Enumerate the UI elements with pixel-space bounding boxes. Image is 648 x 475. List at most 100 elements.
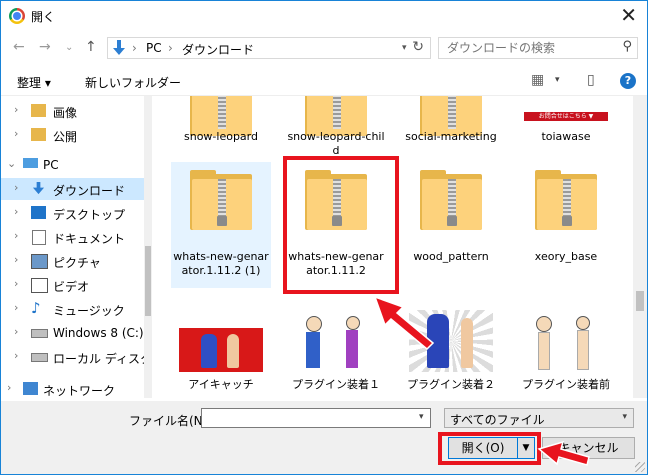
view-dropdown-icon[interactable]: ▾: [555, 75, 560, 85]
download-icon: [32, 182, 45, 195]
file-item[interactable]: whats-new-genarator.1.11.2: [286, 162, 386, 288]
filetype-select[interactable]: すべてのファイル ▾: [444, 408, 634, 428]
chevron-down-icon: ▾: [622, 412, 627, 422]
file-name: プラグイン装着前: [522, 378, 610, 391]
address-bar[interactable]: › PC › ダウンロード ▾ ↻: [107, 37, 431, 59]
sidebar-item-downloads[interactable]: › ダウンロード: [1, 178, 151, 200]
address-dropdown-icon[interactable]: ▾: [402, 43, 407, 53]
refresh-icon[interactable]: ↻: [412, 39, 424, 55]
sidebar-item-label: ピクチャ: [53, 256, 101, 270]
resize-grip[interactable]: [635, 462, 645, 472]
recent-locations-chevron-icon[interactable]: ⌄: [65, 42, 73, 53]
sidebar-item-label: Windows 8 (C:): [53, 326, 144, 340]
back-arrow-icon[interactable]: ←: [13, 39, 25, 55]
folder-icon: [31, 128, 46, 141]
scrollbar-thumb[interactable]: [636, 291, 644, 311]
new-folder-button[interactable]: 新しいフォルダー: [85, 74, 181, 91]
chevron-right-icon[interactable]: ›: [14, 349, 18, 362]
view-options-icon[interactable]: ▦: [531, 72, 544, 88]
chevron-right-icon[interactable]: ›: [7, 381, 11, 394]
breadcrumb-pc[interactable]: PC: [146, 41, 162, 55]
navigation-bar: ← → ⌄ ↑ › PC › ダウンロード ▾ ↻ ⚲: [1, 33, 647, 63]
search-input[interactable]: [445, 40, 609, 56]
file-name: whats-new-genarator.1.11.2: [288, 250, 384, 277]
chevron-right-icon[interactable]: ›: [14, 229, 18, 242]
file-name: プラグイン装着２: [407, 378, 495, 391]
open-button[interactable]: 開く(O): [448, 437, 518, 459]
navigation-scrollbar[interactable]: [144, 96, 152, 398]
music-note-icon: ♪: [31, 299, 41, 317]
file-name: xeory_base: [534, 250, 598, 263]
sidebar-item-music[interactable]: › ♪ ミュージック: [1, 298, 151, 320]
help-icon[interactable]: ?: [620, 73, 636, 89]
sidebar-item-network[interactable]: › ネットワーク: [1, 378, 151, 398]
sidebar-item-pictures[interactable]: › ピクチャ: [1, 250, 151, 272]
chevron-right-icon[interactable]: ›: [14, 181, 18, 194]
file-name: toiawase: [541, 130, 591, 143]
file-list-scrollbar[interactable]: [633, 96, 647, 398]
chevron-right-icon[interactable]: ›: [14, 325, 18, 338]
chevron-right-icon[interactable]: ›: [14, 277, 18, 290]
sidebar-item-drive-c[interactable]: › Windows 8 (C:): [1, 322, 151, 344]
preview-pane-icon[interactable]: ▯: [587, 72, 595, 88]
sidebar-item-images[interactable]: › 画像: [1, 100, 151, 122]
open-dropdown-button[interactable]: ▼: [518, 437, 535, 459]
chevron-right-icon[interactable]: ›: [14, 301, 18, 314]
filetype-value: すべてのファイル: [450, 413, 545, 427]
close-button[interactable]: ✕: [620, 3, 637, 27]
search-box[interactable]: ⚲: [438, 37, 638, 59]
file-item[interactable]: プラグイン装着前: [516, 308, 616, 398]
sidebar-item-documents[interactable]: › ドキュメント: [1, 226, 151, 248]
file-name: snow-leopard: [184, 130, 258, 143]
file-item[interactable]: wood_pattern: [401, 162, 501, 288]
sidebar-item-label: PC: [43, 158, 59, 172]
chevron-right-icon[interactable]: ›: [14, 103, 18, 116]
sidebar-item-label: ネットワーク: [43, 384, 116, 398]
sidebar-item-pc[interactable]: ⌄ PC: [1, 154, 151, 176]
sidebar-item-label: 公開: [53, 130, 78, 144]
file-name: social-marketing: [405, 130, 497, 143]
breadcrumb-downloads[interactable]: ダウンロード: [182, 41, 254, 58]
network-icon: [23, 382, 38, 395]
chevron-right-icon[interactable]: ›: [14, 127, 18, 140]
desktop-icon: [31, 206, 46, 219]
search-icon[interactable]: ⚲: [622, 39, 632, 54]
file-name: whats-new-genarator.1.11.2 (1): [173, 250, 269, 277]
chrome-icon: [9, 8, 25, 24]
zip-folder-icon: [420, 170, 482, 232]
open-file-dialog: 開く ✕ ← → ⌄ ↑ › PC › ダウンロード ▾ ↻ ⚲ 整理 ▾ 新し…: [0, 0, 648, 475]
thumbnail-image: [294, 310, 378, 372]
file-item[interactable]: アイキャッチ: [171, 308, 271, 398]
sidebar-item-label: デスクトップ: [53, 208, 126, 222]
scrollbar-thumb[interactable]: [145, 246, 151, 316]
red-arrow-icon: [373, 295, 435, 351]
zip-folder-icon: [190, 170, 252, 232]
filename-dropdown-icon[interactable]: ▾: [419, 412, 424, 422]
file-item[interactable]: whats-new-genarator.1.11.2 (1): [171, 162, 271, 288]
drive-icon: [31, 353, 48, 362]
sidebar-item-public[interactable]: › 公開: [1, 124, 151, 146]
thumbnail-image: [179, 328, 263, 372]
computer-icon: [23, 158, 38, 168]
up-arrow-icon[interactable]: ↑: [85, 39, 97, 55]
file-list: snow-leopard snow-leopard-child social-m…: [153, 96, 633, 398]
sidebar-item-label: ダウンロード: [53, 184, 126, 198]
file-item[interactable]: xeory_base: [516, 162, 616, 288]
sidebar-item-label: 画像: [53, 106, 78, 120]
organize-menu[interactable]: 整理 ▾: [17, 74, 51, 91]
file-name: snow-leopard-child: [287, 130, 385, 157]
chevron-down-icon[interactable]: ⌄: [7, 157, 16, 170]
breadcrumb-separator-icon: ›: [168, 41, 173, 55]
forward-arrow-icon[interactable]: →: [39, 39, 51, 55]
chevron-right-icon[interactable]: ›: [14, 205, 18, 218]
chevron-right-icon[interactable]: ›: [14, 253, 18, 266]
sidebar-item-videos[interactable]: › ビデオ: [1, 274, 151, 296]
sidebar-item-label: ビデオ: [53, 280, 90, 294]
filename-input[interactable]: [201, 408, 431, 428]
sidebar-item-desktop[interactable]: › デスクトップ: [1, 202, 151, 224]
picture-icon: [31, 254, 48, 269]
video-icon: [31, 278, 48, 293]
sidebar-item-drive-d[interactable]: › ローカル ディスク (D: [1, 346, 151, 368]
document-icon: [32, 230, 46, 245]
navigation-pane: › 画像 › 公開 ⌄ PC › ダウンロード › デスクトップ › ドキュメン…: [1, 96, 151, 398]
